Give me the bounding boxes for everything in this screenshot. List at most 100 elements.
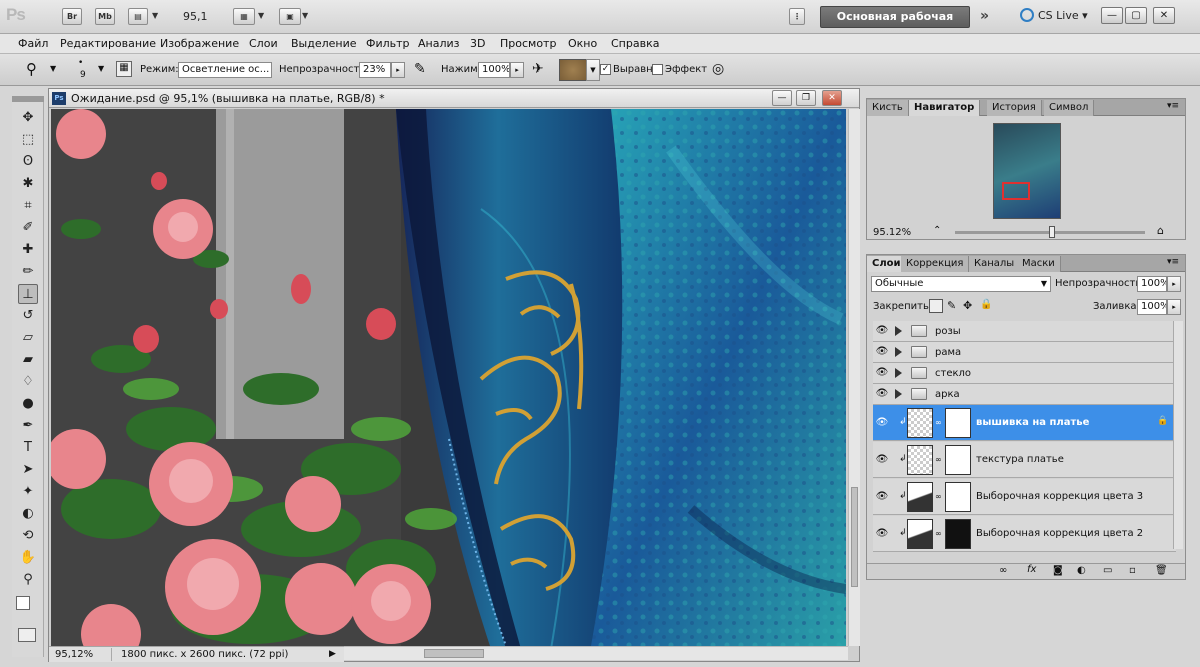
link-icon[interactable]: ∞	[935, 418, 942, 427]
layer-dress-texture[interactable]: 👁 ↲ ∞ текстура платье	[873, 442, 1176, 478]
hand-tool-icon[interactable]: ✋	[18, 548, 38, 568]
link-icon[interactable]: ∞	[935, 492, 942, 501]
new-group-icon[interactable]: ▭	[1103, 565, 1112, 576]
eye-icon[interactable]: 👁	[875, 325, 889, 336]
dodge-tool-icon[interactable]: ⚲	[26, 60, 48, 80]
link-layers-icon[interactable]: ∞	[999, 565, 1007, 576]
more-button[interactable]: ⋮	[789, 8, 805, 25]
panel-menu-icon[interactable]: ▾≡	[1167, 257, 1179, 267]
bridge-button[interactable]: Br	[62, 8, 82, 25]
tab-brush[interactable]: Кисть	[867, 100, 909, 116]
opacity-input[interactable]: 23%	[359, 62, 391, 78]
tab-adjustments[interactable]: Коррекция	[901, 256, 970, 272]
history-brush-tool-icon[interactable]: ↺	[18, 306, 38, 326]
chevron-down-icon[interactable]: ▼	[258, 11, 264, 20]
airbrush-mode-icon[interactable]: ✈	[532, 61, 544, 77]
pattern-dropdown[interactable]: ▼	[586, 59, 600, 81]
maximize-button[interactable]: ▢	[1125, 7, 1147, 24]
layer-group-glass[interactable]: 👁 стекло	[873, 363, 1176, 384]
adjustment-layer-icon[interactable]: ◐	[1077, 565, 1086, 576]
eyedropper-tool-icon[interactable]: ✐	[18, 218, 38, 238]
zoom-slider-handle[interactable]	[1049, 226, 1055, 238]
path-select-tool-icon[interactable]: ➤	[18, 460, 38, 480]
menu-help[interactable]: Справка	[611, 37, 659, 50]
horizontal-scroll-thumb[interactable]	[424, 649, 484, 658]
blend-mode-select[interactable]: Обычные ▼	[871, 276, 1051, 292]
brush-tool-icon[interactable]: ✏	[18, 262, 38, 282]
extras-button[interactable]: ▤	[128, 8, 148, 25]
eye-icon[interactable]: 👁	[875, 346, 889, 357]
layer-opacity-input[interactable]: 100%	[1137, 276, 1167, 292]
eye-icon[interactable]: 👁	[875, 367, 889, 378]
lock-all-icon[interactable]: 🔒	[980, 299, 992, 310]
expand-triangle-icon[interactable]	[895, 368, 902, 378]
add-mask-icon[interactable]: ◙	[1053, 565, 1063, 576]
close-button[interactable]: ✕	[1153, 7, 1175, 24]
blur-tool-icon[interactable]: ♢	[18, 372, 38, 392]
brush-size[interactable]: 9	[80, 70, 86, 80]
tab-channels[interactable]: Каналы	[969, 256, 1021, 272]
layer-group-roses[interactable]: 👁 розы	[873, 321, 1176, 342]
shape-tool-icon[interactable]: ✦	[18, 482, 38, 502]
menu-select[interactable]: Выделение	[291, 37, 357, 50]
menu-image[interactable]: Изображение	[160, 37, 239, 50]
eye-icon[interactable]: 👁	[875, 454, 889, 465]
vertical-scroll-thumb[interactable]	[851, 487, 858, 587]
new-layer-icon[interactable]: ▫	[1129, 565, 1136, 576]
status-zoom[interactable]: 95,12%	[55, 649, 93, 660]
panel-menu-icon[interactable]: ▾≡	[1167, 101, 1179, 111]
mini-bridge-button[interactable]: Mb	[95, 8, 115, 25]
image-canvas[interactable]	[51, 109, 846, 646]
eraser-tool-icon[interactable]: ▱	[18, 328, 38, 348]
move-tool-icon[interactable]: ✥	[18, 108, 38, 128]
link-icon[interactable]: ∞	[935, 455, 942, 464]
fx-icon[interactable]: fx	[1027, 564, 1036, 575]
chevron-down-icon[interactable]: ▼	[152, 11, 158, 20]
minimize-button[interactable]: —	[1101, 7, 1123, 24]
status-arrow-icon[interactable]: ▶	[329, 649, 336, 659]
layer-selective-color-3[interactable]: 👁 ↲ ∞ Выборочная коррекция цвета 3	[873, 479, 1176, 515]
marquee-tool-icon[interactable]: ⬚	[18, 130, 38, 150]
vertical-scrollbar[interactable]	[848, 109, 860, 646]
flow-stepper[interactable]: ▸	[510, 62, 524, 78]
zoom-in-icon[interactable]: ⌂	[1157, 224, 1164, 237]
fill-stepper[interactable]: ▸	[1167, 299, 1181, 315]
trash-icon[interactable]: 🗑	[1155, 565, 1168, 576]
effect-checkbox[interactable]	[652, 64, 663, 75]
layer-mask-thumbnail[interactable]	[945, 519, 971, 549]
lock-position-icon[interactable]: ✥	[963, 299, 972, 312]
dodge-tool-icon[interactable]: ●	[18, 394, 38, 414]
document-titlebar[interactable]: Ps Ожидание.psd @ 95,1% (вышивка на плат…	[49, 89, 859, 108]
tab-history[interactable]: История	[987, 100, 1042, 116]
mode-select[interactable]: Осветление ос...	[178, 62, 272, 78]
navigator-thumbnail[interactable]	[993, 123, 1061, 219]
doc-restore-button[interactable]: ❐	[796, 90, 816, 106]
quick-select-tool-icon[interactable]: ✱	[18, 174, 38, 194]
navigator-view-box[interactable]	[1002, 182, 1030, 200]
foreground-color[interactable]	[16, 596, 30, 610]
lasso-tool-icon[interactable]: ʘ	[18, 152, 38, 172]
navigator-zoom-slider[interactable]	[955, 226, 1145, 238]
expand-triangle-icon[interactable]	[895, 389, 902, 399]
link-icon[interactable]: ∞	[935, 529, 942, 538]
opacity-stepper[interactable]: ▸	[391, 62, 405, 78]
layer-mask-thumbnail[interactable]	[945, 408, 971, 438]
navigator-zoom[interactable]: 95.12%	[873, 227, 911, 238]
layer-mask-thumbnail[interactable]	[945, 445, 971, 475]
menu-window[interactable]: Окно	[568, 37, 597, 50]
screen-mode-button[interactable]: ▣	[279, 8, 301, 25]
lock-transparency-icon[interactable]	[929, 299, 943, 313]
menu-filter[interactable]: Фильтр	[366, 37, 410, 50]
tab-navigator[interactable]: Навигатор	[909, 100, 981, 116]
eye-icon[interactable]: 👁	[875, 417, 889, 428]
healing-tool-icon[interactable]: ✚	[18, 240, 38, 260]
expand-triangle-icon[interactable]	[895, 326, 902, 336]
pattern-stamp-tool-icon[interactable]: ⊥	[18, 284, 38, 304]
menu-file[interactable]: Файл	[18, 37, 48, 50]
zoom-tool-icon[interactable]: ⚲	[18, 570, 38, 590]
double-chevron-icon[interactable]: »	[980, 8, 989, 24]
menu-layers[interactable]: Слои	[249, 37, 278, 50]
cs-live-button[interactable]: CS Live ▾	[1020, 8, 1088, 22]
menu-analysis[interactable]: Анализ	[418, 37, 460, 50]
3d-orbit-tool-icon[interactable]: ⟲	[18, 526, 38, 546]
